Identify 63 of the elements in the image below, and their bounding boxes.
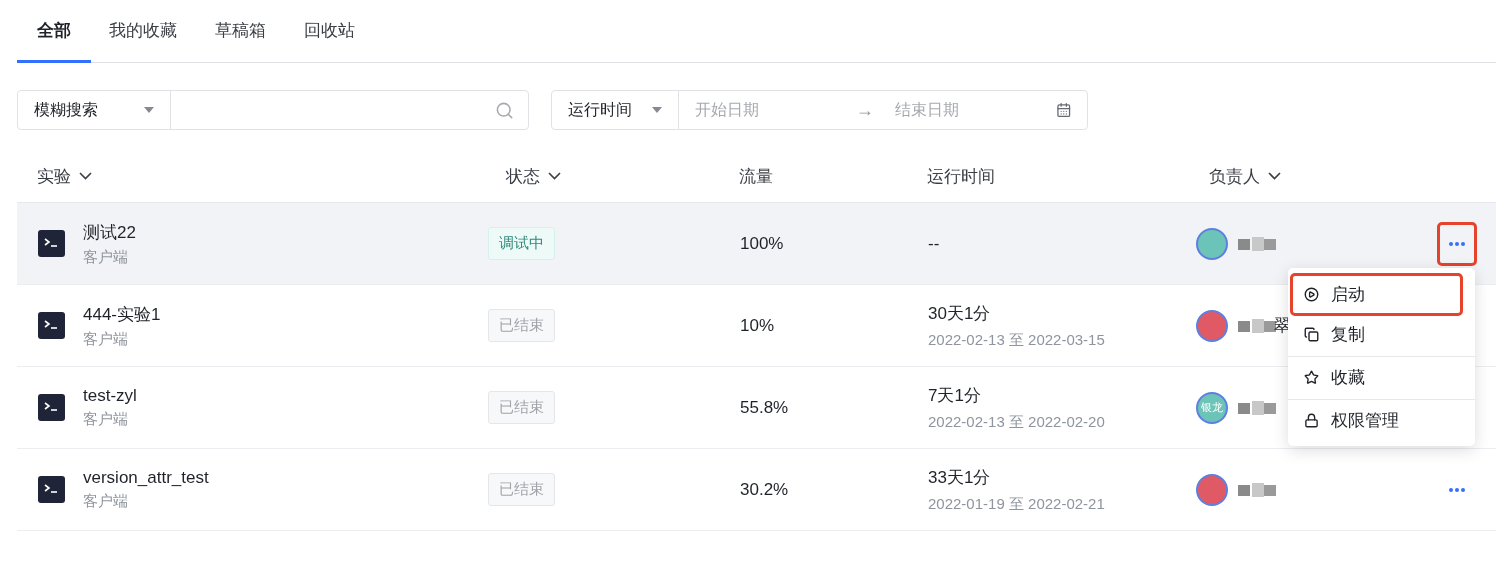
chevron-down-icon [1268,172,1281,180]
date-range: 2022-01-19 至 2022-02-21 [928,494,1106,514]
traffic-value: 100% [740,233,784,254]
traffic-value: 30.2% [740,479,789,500]
column-header[interactable]: 负责人 [1209,164,1281,188]
chevron-down-icon [548,172,561,180]
status-tag: 已结束 [488,473,555,506]
client-type: 客户端 [83,410,129,429]
tab[interactable]: 全部 [17,0,91,63]
status-tag: 已结束 [488,391,555,424]
date-range: 2022-02-13 至 2022-03-15 [928,330,1106,350]
experiment-name[interactable]: 444-实验1 [83,302,161,326]
experiment-name[interactable]: version_attr_test [83,468,209,488]
traffic-value: 10% [740,315,775,336]
highlight-frame [1437,221,1477,266]
date-range: 2022-02-13 至 2022-02-20 [928,412,1106,432]
more-icon [1448,486,1466,493]
terminal-icon [38,476,65,503]
tab[interactable]: 回收站 [284,0,375,63]
status-tag: 调试中 [488,227,555,260]
table-row[interactable]: 测试22 客户端 调试中 100% -- [17,203,1496,285]
range-arrow: → [855,99,875,121]
time-mode-select[interactable]: 运行时间 [552,91,679,129]
start-date-placeholder: 开始日期 [695,99,760,120]
caret-icon [144,107,154,113]
terminal-icon [38,230,65,257]
column-header: 流量 [739,165,773,188]
more-icon [1448,240,1466,247]
experiment-name[interactable]: test-zyl [83,386,137,406]
avatar: 银龙 [1196,391,1228,424]
column-header[interactable]: 状态 [506,164,561,188]
experiment-name[interactable]: 测试22 [83,220,136,244]
date-range-field[interactable]: 运行时间 开始日期 → 结束日期 [551,90,1088,130]
tab[interactable]: 我的收藏 [89,0,197,63]
caret-icon [652,107,662,113]
chevron-down-icon [79,172,92,180]
run-duration: 33天1分 [928,466,992,489]
menu-item-icon [1304,326,1319,342]
more-button[interactable] [1437,221,1477,266]
end-date-placeholder: 结束日期 [894,99,960,120]
traffic-value: 55.8% [740,397,789,418]
search-mode-select[interactable]: 模糊搜索 [18,91,171,129]
run-duration: 7天1分 [928,384,982,407]
search-field[interactable]: 模糊搜索 [17,90,529,130]
client-type: 客户端 [83,329,129,349]
tab[interactable]: 草稿箱 [195,0,286,63]
status-tag: 已结束 [488,309,555,342]
menu-item-icon [1304,412,1319,428]
calendar-icon [1055,102,1071,118]
menu-item-icon [1304,286,1319,302]
client-type: 客户端 [83,492,129,511]
column-header[interactable]: 实验 [37,164,92,188]
menu-item-icon [1304,369,1319,385]
menu-item[interactable]: 权限管理 [1288,399,1475,440]
terminal-icon [38,312,65,339]
run-duration: 30天1分 [928,302,992,325]
menu-item[interactable]: 复制 [1288,314,1475,354]
terminal-icon [38,394,65,421]
menu-item[interactable]: 收藏 [1288,356,1475,397]
client-type: 客户端 [83,247,129,267]
run-duration: -- [928,233,941,254]
column-header: 运行时间 [927,165,995,188]
search-icon [495,100,514,120]
